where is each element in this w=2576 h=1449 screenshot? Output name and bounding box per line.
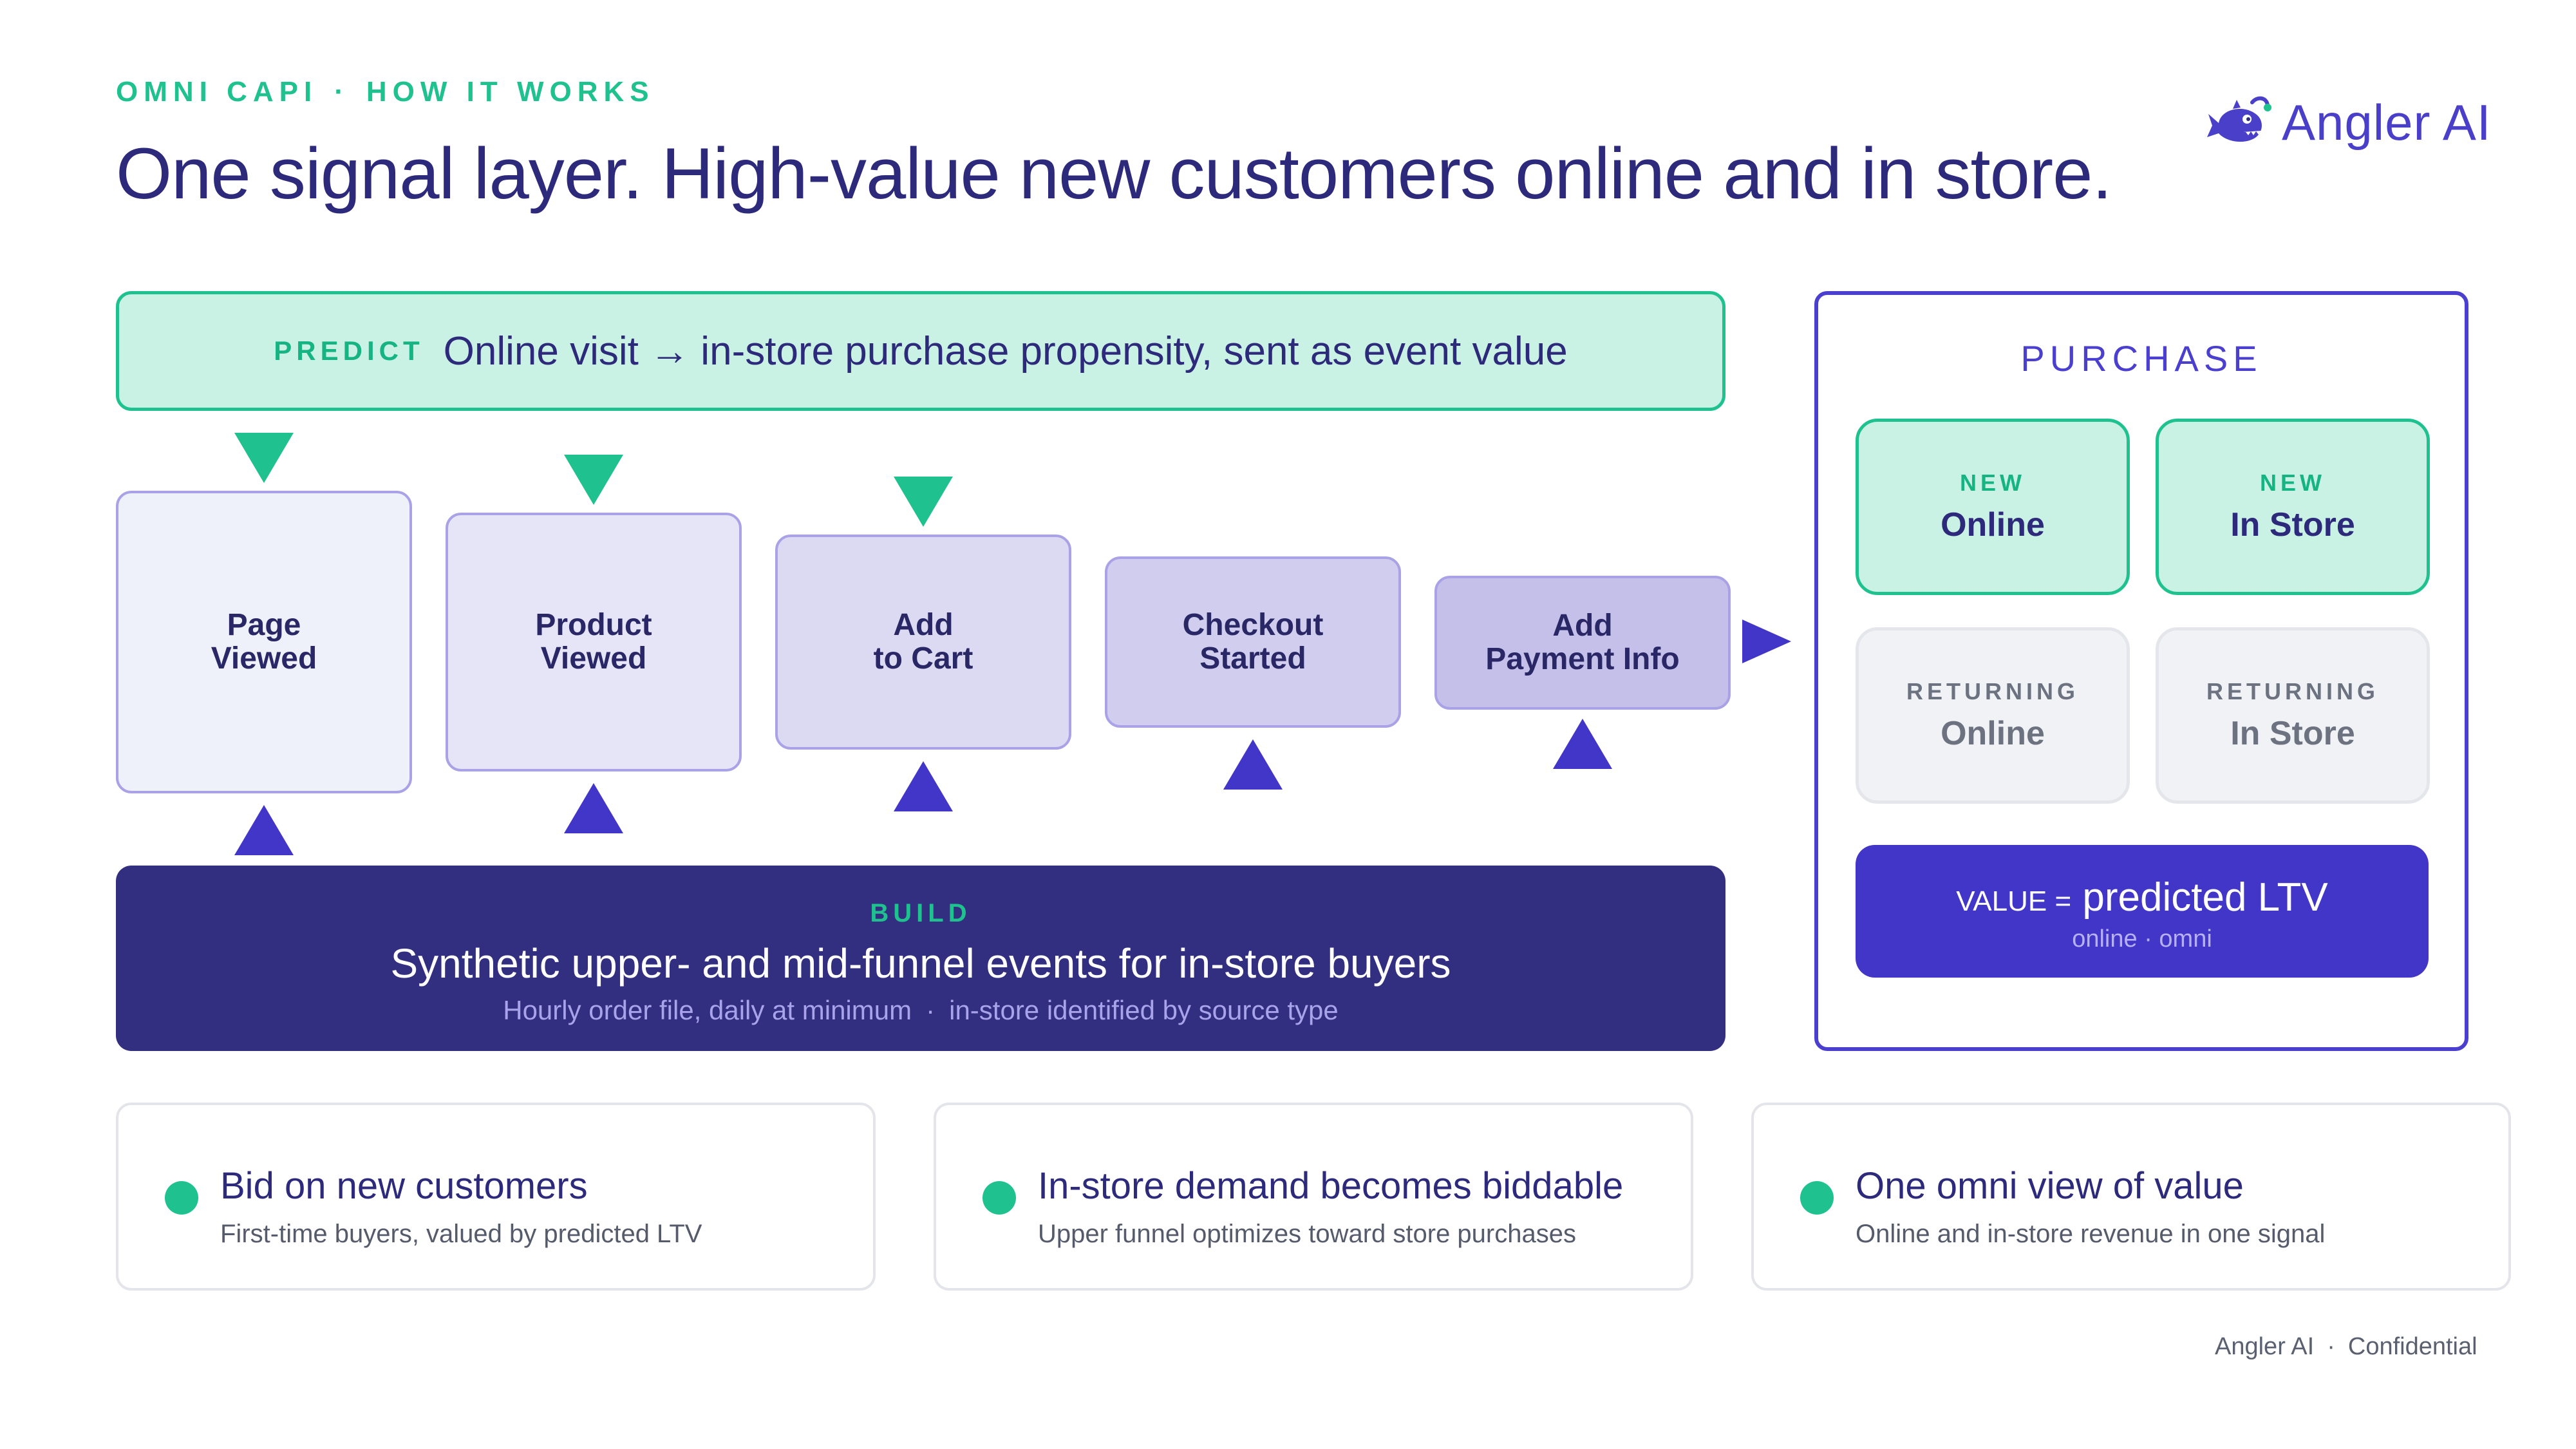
benefit-subtitle: Online and in-store revenue in one signa… (1856, 1220, 2326, 1248)
build-main-text: Synthetic upper- and mid-funnel events f… (390, 940, 1451, 987)
eyebrow-left: OMNI CAPI (116, 76, 318, 108)
value-text: predicted LTV (2082, 875, 2328, 920)
cell-kind: RETURNING (2206, 678, 2379, 705)
benefit-title: One omni view of value (1856, 1165, 2244, 1207)
build-sub-separator: · (926, 995, 935, 1025)
step-label-line2: Started (1199, 641, 1306, 676)
step-label-line1: Checkout (1182, 608, 1324, 642)
step-add-payment-info: Add Payment Info (1434, 576, 1731, 710)
cell-kind: NEW (2260, 469, 2326, 496)
anglerfish-icon (2207, 96, 2271, 142)
footer-right: Confidential (2347, 1333, 2477, 1360)
dot-icon (1800, 1181, 1834, 1215)
triangle-up-icon (1223, 739, 1283, 790)
purchase-title: PURCHASE (2020, 338, 2262, 379)
eyebrow: OMNI CAPI · HOW IT WORKS (116, 76, 655, 108)
dot-icon (165, 1181, 198, 1215)
value-box: VALUE = predicted LTV online · omni (1856, 845, 2429, 978)
triangle-down-icon (234, 433, 294, 483)
cell-channel: Online (1941, 715, 2045, 752)
dot-icon (982, 1181, 1016, 1215)
triangle-up-icon (894, 761, 953, 811)
benefit-title: In-store demand becomes biddable (1038, 1165, 1624, 1207)
value-subtext: online · omni (2072, 925, 2212, 952)
eyebrow-separator: · (334, 76, 350, 108)
step-add-to-cart: Add to Cart (775, 535, 1071, 750)
benefit-card: In-store demand becomes biddable Upper f… (934, 1103, 1693, 1291)
brand-logo: Angler AI (2207, 90, 2492, 155)
build-sub-left: Hourly order file, daily at minimum (503, 995, 912, 1025)
cell-channel: In Store (2230, 715, 2355, 752)
build-tag: BUILD (870, 899, 972, 927)
benefit-title: Bid on new customers (220, 1165, 588, 1207)
triangle-up-icon (564, 783, 623, 833)
benefit-subtitle: Upper funnel optimizes toward store purc… (1038, 1220, 1576, 1248)
predict-tag: PREDICT (274, 336, 424, 366)
page-title: One signal layer. High-value new custome… (116, 133, 2112, 214)
purchase-panel: PURCHASE NEW Online NEW In Store RETURNI… (1814, 291, 2468, 1051)
step-page-viewed: Page Viewed (116, 491, 412, 793)
eyebrow-right: HOW IT WORKS (366, 76, 655, 108)
build-bar: BUILD Synthetic upper- and mid-funnel ev… (116, 866, 1725, 1051)
cell-channel: Online (1941, 506, 2045, 544)
step-label-line1: Page (227, 608, 301, 642)
purchase-new-in-store: NEW In Store (2156, 419, 2430, 595)
step-label-line1: Product (535, 608, 652, 642)
purchase-new-online: NEW Online (1856, 419, 2130, 595)
value-label: VALUE = (1956, 886, 2072, 917)
triangle-down-icon (564, 455, 623, 505)
build-sub-right: in-store identified by source type (949, 995, 1339, 1025)
step-label-line1: Add (1552, 609, 1613, 643)
triangle-up-icon (234, 805, 294, 855)
footer: Angler AI · Confidential (2215, 1333, 2477, 1361)
step-label-line2: Viewed (540, 641, 647, 676)
logo-text: Angler AI (2282, 93, 2492, 151)
benefit-card: One omni view of value Online and in-sto… (1751, 1103, 2511, 1291)
footer-separator: · (2327, 1333, 2335, 1360)
benefit-card: Bid on new customers First-time buyers, … (116, 1103, 876, 1291)
predict-text: Online visit → in-store purchase propens… (443, 328, 1568, 374)
cell-kind: NEW (1960, 469, 2026, 496)
purchase-returning-in-store: RETURNING In Store (2156, 627, 2430, 804)
triangle-up-icon (1553, 719, 1612, 769)
step-label-line1: Add (893, 608, 954, 642)
step-label-line2: to Cart (873, 641, 973, 676)
cell-kind: RETURNING (1906, 678, 2079, 705)
cell-channel: In Store (2230, 506, 2355, 544)
build-subtext: Hourly order file, daily at minimum · in-s… (116, 995, 1725, 1026)
step-product-viewed: Product Viewed (446, 513, 742, 772)
triangle-down-icon (894, 477, 953, 527)
step-checkout-started: Checkout Started (1105, 556, 1401, 728)
step-label-line2: Payment Info (1485, 642, 1680, 676)
triangle-right-icon (1742, 620, 1791, 663)
predict-bar: PREDICT Online visit → in-store purchase… (116, 291, 1725, 411)
purchase-returning-online: RETURNING Online (1856, 627, 2130, 804)
step-label-line2: Viewed (211, 641, 317, 676)
footer-left: Angler AI (2215, 1333, 2315, 1360)
benefit-subtitle: First-time buyers, valued by predicted L… (220, 1220, 702, 1248)
